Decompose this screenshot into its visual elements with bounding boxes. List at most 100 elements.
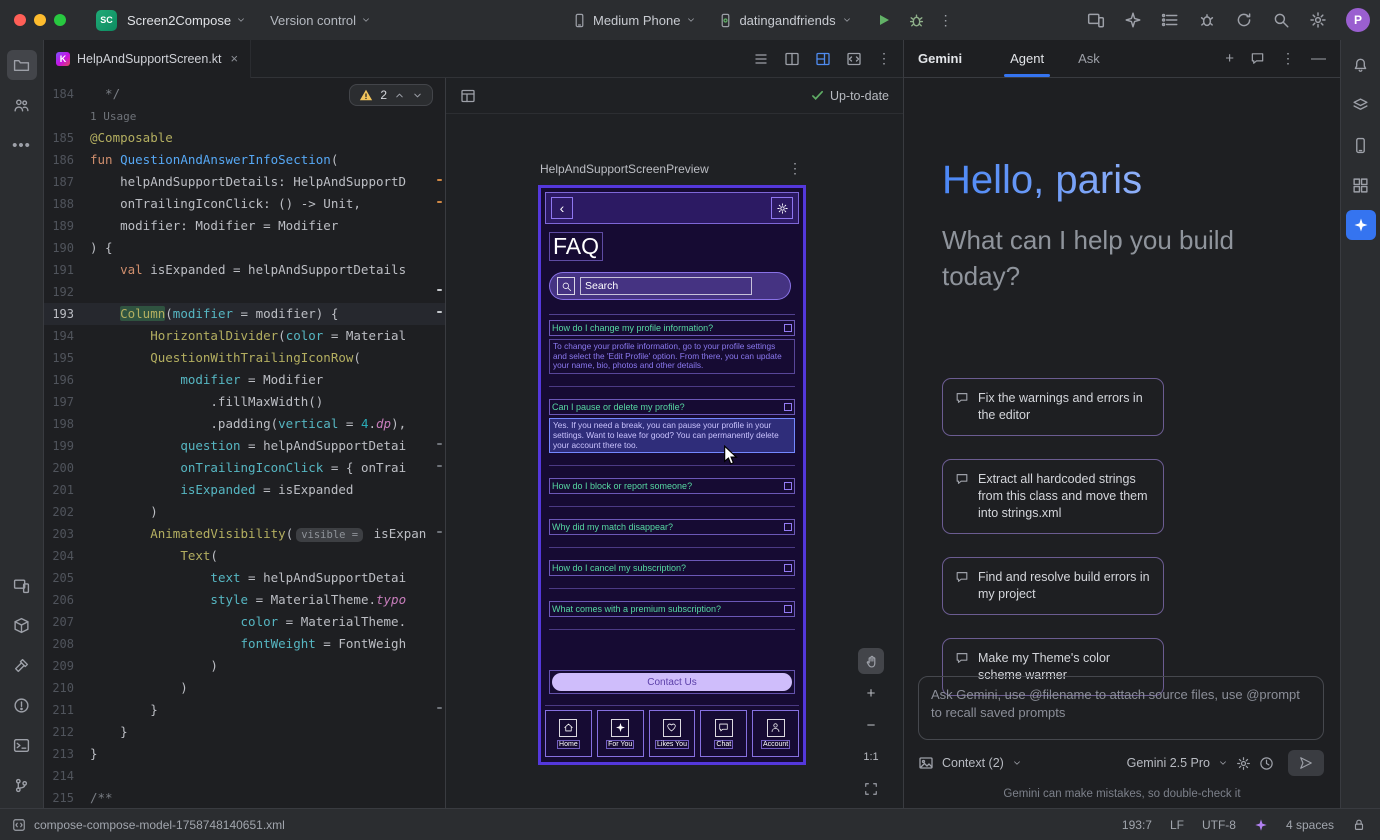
code-line[interactable]: 215/** [44, 787, 445, 808]
faq-question[interactable]: What comes with a premium subscription? [549, 601, 795, 617]
code-line[interactable]: 199 question = helpAndSupportDetai [44, 435, 445, 457]
code-line[interactable]: 193 Column(modifier = modifier) { [44, 303, 445, 325]
lock-icon[interactable] [1352, 818, 1366, 832]
code-line[interactable]: 207 color = MaterialTheme. [44, 611, 445, 633]
code-line[interactable]: 204 Text( [44, 545, 445, 567]
running-devices-button[interactable] [7, 570, 37, 600]
gemini-settings-icon[interactable] [1236, 756, 1251, 771]
gradle-sync-icon[interactable] [1235, 11, 1253, 29]
device-mirroring-icon[interactable] [1087, 11, 1105, 29]
indent-setting[interactable]: 4 spaces [1286, 818, 1334, 832]
device-selector[interactable]: Medium Phone [572, 13, 696, 28]
expand-icon[interactable] [784, 523, 792, 531]
code-line[interactable]: 192 [44, 281, 445, 303]
nav-home[interactable]: Home [545, 710, 592, 757]
up-to-date-status[interactable]: Up-to-date [811, 89, 889, 103]
inspections-widget[interactable]: 2 [349, 84, 433, 106]
resource-manager-button[interactable] [1346, 170, 1376, 200]
gemini-options-icon[interactable]: ⋮ [1281, 50, 1295, 67]
nav-account[interactable]: Account [752, 710, 799, 757]
settings-gear-icon[interactable] [1309, 11, 1327, 29]
preview-canvas[interactable]: HelpAndSupportScreenPreview ⋮ ‹ FAQ Sear… [446, 114, 903, 808]
code-line[interactable]: 213} [44, 743, 445, 765]
expand-icon[interactable] [784, 482, 792, 490]
code-lines[interactable]: 184 */1 Usage185@Composable186fun Questi… [44, 83, 445, 808]
maximize-window-button[interactable] [54, 14, 66, 26]
next-issue-icon[interactable] [412, 90, 423, 101]
split-mode-active-icon[interactable] [815, 51, 831, 67]
app-insights-icon[interactable] [1198, 11, 1216, 29]
suggestion-card[interactable]: Extract all hardcoded strings from this … [942, 459, 1164, 534]
code-line[interactable]: 203 AnimatedVisibility(visible = isExpan [44, 523, 445, 545]
editor-options-icon[interactable]: ⋮ [877, 50, 891, 67]
project-toolwindow-button[interactable] [7, 50, 37, 80]
code-line[interactable]: 185@Composable [44, 127, 445, 149]
chat-history-icon[interactable] [1250, 51, 1265, 66]
faq-question[interactable]: How do I change my profile information? [549, 320, 795, 336]
close-window-button[interactable] [14, 14, 26, 26]
caret-position[interactable]: 193:7 [1122, 818, 1152, 832]
contact-us-button[interactable]: Contact Us [552, 673, 792, 691]
minimize-window-button[interactable] [34, 14, 46, 26]
tab-help-and-support-screen[interactable]: K HelpAndSupportScreen.kt × [44, 40, 251, 78]
zoom-out-button[interactable]: − [858, 712, 884, 738]
nav-likes-you[interactable]: Likes You [649, 710, 696, 757]
gemini-assist-icon[interactable] [1124, 11, 1142, 29]
code-line[interactable]: 200 onTrailingIconClick = { onTrai [44, 457, 445, 479]
code-line[interactable]: 188 onTrailingIconClick: () -> Unit, [44, 193, 445, 215]
gemini-toolwindow-button[interactable] [1346, 210, 1376, 240]
faq-question[interactable]: Can I pause or delete my profile? [549, 399, 795, 415]
structure-toolwindow-button[interactable] [7, 90, 37, 120]
terminal-button[interactable] [7, 730, 37, 760]
zoom-in-button[interactable]: + [858, 680, 884, 706]
more-run-options-button[interactable]: ⋮ [939, 12, 953, 29]
history-icon[interactable] [1259, 756, 1274, 771]
file-structure-icon[interactable] [753, 51, 769, 67]
code-line[interactable]: 198 .padding(vertical = 4.dp), [44, 413, 445, 435]
preview-options-icon[interactable]: ⋮ [788, 160, 802, 177]
prev-issue-icon[interactable] [394, 90, 405, 101]
code-line[interactable]: 189 modifier: Modifier = Modifier [44, 215, 445, 237]
code-line[interactable]: 206 style = MaterialTheme.typo [44, 589, 445, 611]
code-line[interactable]: 211 } [44, 699, 445, 721]
code-line[interactable]: 191 val isExpanded = helpAndSupportDetai… [44, 259, 445, 281]
code-line[interactable]: 205 text = helpAndSupportDetai [44, 567, 445, 589]
run-configuration-selector[interactable]: datingandfriends [718, 13, 851, 28]
code-line[interactable]: 1 Usage [44, 105, 445, 127]
macos-window-controls[interactable] [14, 14, 66, 26]
tab-agent[interactable]: Agent [1010, 51, 1044, 66]
run-button[interactable] [876, 12, 892, 28]
code-line[interactable]: 187 helpAndSupportDetails: HelpAndSuppor… [44, 171, 445, 193]
gemini-prompt-input[interactable]: Ask Gemini, use @filename to attach sour… [918, 676, 1324, 740]
vcs-menu[interactable]: Version control [270, 13, 371, 28]
code-preview-split-icon[interactable] [784, 51, 800, 67]
profile-avatar[interactable]: P [1346, 8, 1370, 32]
hide-panel-button[interactable]: — [1311, 50, 1326, 67]
code-editor[interactable]: 2 184 */1 Usage185@Composable186fun Ques… [44, 78, 445, 808]
new-chat-button[interactable]: + [1225, 50, 1234, 67]
expand-icon[interactable] [784, 605, 792, 613]
attach-image-icon[interactable] [918, 755, 934, 771]
code-line[interactable]: 186fun QuestionAndAnswerInfoSection( [44, 149, 445, 171]
faq-question[interactable]: How do I block or report someone? [549, 478, 795, 494]
problems-button[interactable] [7, 690, 37, 720]
context-selector[interactable]: Context (2) [942, 756, 1004, 770]
code-line[interactable]: 196 modifier = Modifier [44, 369, 445, 391]
code-line[interactable]: 212 } [44, 721, 445, 743]
suggestion-card[interactable]: Fix the warnings and errors in the edito… [942, 378, 1164, 436]
debug-button[interactable] [908, 12, 925, 29]
back-button[interactable]: ‹ [551, 197, 573, 219]
zoom-actual-size-button[interactable]: 1:1 [858, 744, 884, 770]
tab-ask[interactable]: Ask [1078, 51, 1100, 66]
code-line[interactable]: 214 [44, 765, 445, 787]
phone-preview[interactable]: ‹ FAQ Search How do I change my profile … [538, 185, 806, 765]
code-line[interactable]: 194 HorizontalDivider(color = Material [44, 325, 445, 347]
faq-question[interactable]: Why did my match disappear? [549, 519, 795, 535]
faq-answer-highlighted[interactable]: Yes. If you need a break, you can pause … [549, 418, 795, 453]
code-line[interactable]: 208 fontWeight = FontWeigh [44, 633, 445, 655]
search-icon[interactable] [1272, 11, 1290, 29]
zoom-to-fit-button[interactable] [858, 776, 884, 802]
dependencies-button[interactable] [7, 610, 37, 640]
profiler-button[interactable] [1346, 90, 1376, 120]
code-line[interactable]: 209 ) [44, 655, 445, 677]
